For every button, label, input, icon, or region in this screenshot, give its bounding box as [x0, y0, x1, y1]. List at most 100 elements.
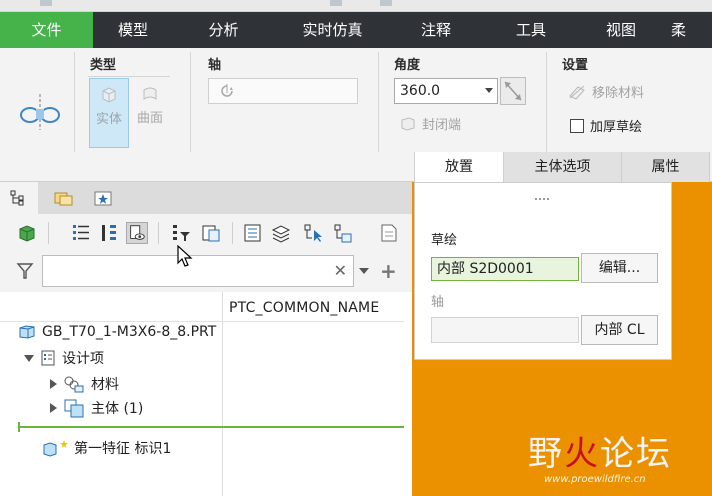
angle-group-title: 角度 — [394, 58, 421, 73]
close-ends-option[interactable]: 封闭端 — [400, 114, 461, 133]
remove-material-option[interactable]: 移除材料 — [568, 82, 644, 101]
menu-flexible[interactable]: 柔 — [661, 12, 712, 48]
remove-material-icon — [569, 85, 585, 100]
panel-grip[interactable] — [535, 189, 555, 200]
surface-label: 曲面 — [136, 111, 163, 126]
tab-placement[interactable]: 放置 — [414, 152, 504, 182]
model-tree-toolbar — [0, 214, 412, 252]
model-tree: PTC_COMMON_NAME GB_T70_1-M3X6-8_8.PRT 设计… — [0, 292, 412, 496]
menu-analysis[interactable]: 分析 — [173, 12, 274, 48]
settings-list-icon[interactable] — [200, 222, 222, 244]
forum-watermark: 野火论坛 www.proewildfire.cn — [520, 404, 710, 494]
placement-panel: 草绘 内部 S2D0001 编辑... 轴 内部 CL — [414, 182, 672, 360]
model-tree-icon — [10, 190, 24, 206]
menu-annotate[interactable]: 注释 — [391, 12, 481, 48]
expand-icon[interactable] — [50, 379, 57, 389]
quick-access-icon[interactable] — [330, 0, 342, 6]
add-filter-icon[interactable]: + — [380, 259, 397, 283]
tree-row-bodies[interactable]: 主体 (1) — [50, 398, 143, 418]
axis-collector[interactable] — [208, 78, 358, 104]
settings-group-title: 设置 — [562, 58, 589, 73]
design-items-icon — [41, 350, 55, 366]
chevron-down-icon[interactable] — [359, 268, 369, 274]
thicken-sketch-checkbox[interactable] — [570, 118, 584, 133]
favorites-icon — [94, 191, 112, 206]
bodies-icon — [64, 399, 84, 418]
axis-rotate-icon — [221, 84, 233, 97]
quick-access-icon[interactable] — [380, 0, 392, 6]
angle-value: 360.0 — [400, 83, 441, 99]
layers-icon[interactable] — [270, 222, 292, 244]
axis-label: 轴 — [431, 295, 445, 310]
watermark-url: www.proewildfire.cn — [544, 474, 646, 485]
sketch-collector[interactable]: 内部 S2D0001 — [431, 257, 579, 281]
tab-body-options[interactable]: 主体选项 — [504, 152, 622, 182]
show-hidden-icon[interactable] — [126, 222, 148, 244]
mouse-cursor-icon — [177, 245, 193, 267]
watermark-text: 野火论坛 — [528, 434, 672, 474]
collapse-icon[interactable] — [24, 354, 34, 362]
menu-model[interactable]: 模型 — [93, 12, 173, 48]
thicken-sketch-option[interactable]: 加厚草绘 — [570, 116, 642, 135]
chevron-down-icon[interactable] — [485, 88, 493, 93]
navigator-tabs — [0, 182, 412, 214]
tree-row-label: 第一特征 标识1 — [74, 441, 172, 457]
menu-tools[interactable]: 工具 — [481, 12, 581, 48]
dashboard-tabs: 放置 主体选项 属性 — [414, 152, 710, 182]
tab-properties[interactable]: 属性 — [622, 152, 710, 182]
tab-folder-browser[interactable] — [44, 182, 82, 214]
angle-input[interactable]: 360.0 — [394, 78, 498, 104]
revolve-icon — [20, 94, 60, 130]
tree-filter-icon[interactable] — [170, 222, 192, 244]
flip-arrows-icon — [504, 81, 522, 101]
document-icon[interactable] — [378, 222, 400, 244]
sketch-label: 草绘 — [431, 233, 458, 248]
quick-access-icon[interactable] — [40, 0, 52, 6]
solid-button[interactable]: 实体 — [89, 78, 129, 148]
tree-search-input[interactable]: ✕ — [42, 255, 354, 287]
filter-funnel-icon — [16, 263, 34, 279]
menu-live-simulation[interactable]: 实时仿真 — [274, 12, 391, 48]
menu-view[interactable]: 视图 — [581, 12, 661, 48]
menu-bar: 文件 模型 分析 实时仿真 注释 工具 视图 柔 — [0, 12, 712, 48]
feature-list-icon[interactable] — [242, 222, 264, 244]
tree-row-feature[interactable]: 第一特征 标识1 — [42, 438, 171, 458]
tree-columns-icon[interactable] — [98, 222, 120, 244]
solid-label: 实体 — [95, 112, 122, 127]
tree-filter-row: ✕ + — [0, 252, 412, 292]
internal-cl-button[interactable]: 内部 CL — [581, 315, 658, 345]
insert-here-indicator[interactable] — [18, 422, 404, 432]
thicken-sketch-label: 加厚草绘 — [590, 120, 643, 135]
close-ends-icon — [401, 116, 415, 131]
tree-row-root[interactable]: GB_T70_1-M3X6-8_8.PRT — [18, 324, 216, 340]
tree-row-label: 主体 (1) — [91, 401, 144, 417]
expand-list-icon[interactable] — [70, 222, 92, 244]
tree-row-material[interactable]: 材料 — [50, 374, 119, 394]
material-icon — [64, 376, 84, 393]
title-bar-strip — [0, 0, 712, 12]
revolve-feature-icon — [43, 440, 68, 457]
tree-row-label: 材料 — [91, 377, 119, 393]
type-group-title: 类型 — [90, 58, 117, 73]
insert-cursor-icon[interactable] — [302, 222, 324, 244]
tab-model-tree[interactable] — [0, 182, 38, 214]
tab-favorites[interactable] — [84, 182, 122, 214]
axis-collector-field[interactable] — [431, 317, 579, 343]
remove-material-label: 移除材料 — [592, 86, 645, 101]
close-ends-label: 封闭端 — [422, 118, 462, 133]
flame-logo: 火 — [564, 434, 600, 474]
menu-file[interactable]: 文件 — [0, 12, 93, 48]
tree-row-label: 设计项 — [62, 351, 104, 367]
edit-sketch-button[interactable]: 编辑... — [581, 253, 658, 283]
tree-row-design-items[interactable]: 设计项 — [24, 348, 104, 368]
column-header-common-name[interactable]: PTC_COMMON_NAME — [229, 300, 379, 316]
expand-icon[interactable] — [50, 403, 57, 413]
clear-search-icon[interactable]: ✕ — [334, 261, 347, 280]
axis-group-title: 轴 — [208, 58, 222, 73]
solid-icon — [102, 87, 116, 103]
show-cube-icon[interactable] — [16, 222, 38, 244]
folder-browser-icon — [54, 192, 73, 206]
surface-button[interactable]: 曲面 — [130, 78, 170, 148]
hierarchy-icon[interactable] — [332, 222, 354, 244]
flip-direction-button[interactable] — [500, 77, 526, 105]
